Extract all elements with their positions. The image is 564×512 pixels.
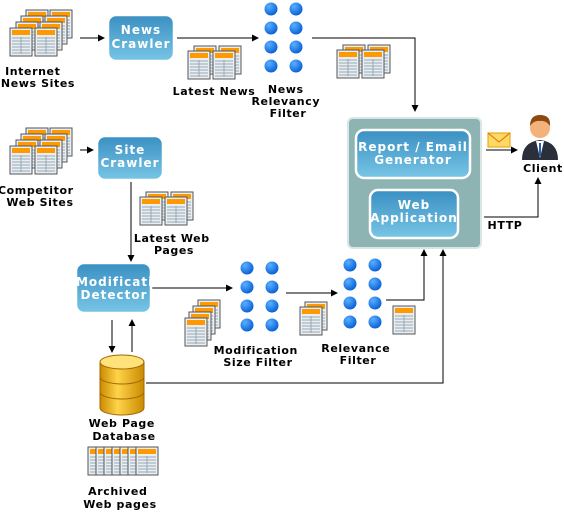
archived-web-pages-label: Archived Web pages bbox=[83, 485, 156, 511]
web-application-box[interactable]: Web Application bbox=[368, 188, 460, 240]
latest-web-pages-label: Latest Web Pages bbox=[134, 232, 214, 257]
user-icon bbox=[522, 115, 558, 160]
http-label: HTTP bbox=[488, 219, 523, 232]
document-stack-icon bbox=[337, 45, 390, 78]
document-stack-icon bbox=[10, 128, 72, 174]
filter-dots-icon bbox=[264, 2, 303, 73]
news-crawler-box[interactable]: News Crawler bbox=[106, 13, 176, 63]
svg-text:ModificationDetector: Modification Detector bbox=[76, 275, 172, 302]
filter-dots-icon bbox=[343, 258, 382, 329]
archived-document-stack-icon bbox=[87, 446, 159, 476]
document-icon bbox=[392, 305, 416, 335]
client-label: Client bbox=[523, 162, 563, 175]
internet-news-sites-label: Internet News Sites bbox=[1, 65, 75, 90]
filter-dots-icon bbox=[240, 261, 279, 332]
report-email-generator-box[interactable]: Report / Email Generator bbox=[354, 128, 472, 180]
database-icon[interactable] bbox=[99, 354, 145, 416]
document-stack-icon bbox=[188, 46, 241, 79]
document-stack-icon bbox=[299, 301, 328, 336]
news-relevancy-filter-label: News Relevancy Filter bbox=[251, 83, 324, 120]
modification-size-filter-label: Modification Size Filter bbox=[214, 344, 303, 369]
system-architecture-diagram: Internet News Sites News Crawler Latest N… bbox=[0, 0, 564, 512]
envelope-icon bbox=[487, 132, 511, 148]
latest-news-label: Latest News bbox=[173, 85, 256, 98]
site-crawler-box[interactable]: Site Crawler bbox=[95, 134, 165, 182]
document-stack-icon bbox=[10, 10, 72, 56]
relevance-filter-label: Relevance Filter bbox=[321, 342, 394, 367]
document-stack-icon bbox=[184, 299, 221, 347]
document-stack-icon bbox=[140, 192, 193, 225]
web-page-database-label: Web Page Database bbox=[89, 417, 160, 443]
competitor-web-sites-label: Competitor Web Sites bbox=[0, 184, 78, 209]
modification-detector-box[interactable]: Modification Detector bbox=[74, 261, 172, 315]
svg-text:Report / EmailGenerator: Report / Email Generator bbox=[358, 140, 468, 167]
